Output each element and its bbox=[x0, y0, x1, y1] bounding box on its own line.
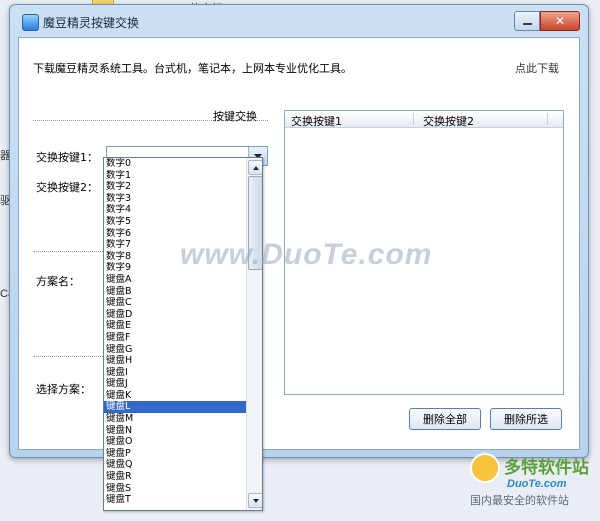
key-swap-window: 魔豆精灵按键交换 ✕ 下载魔豆精灵系统工具。台式机，笔记本，上网本专业优化工具。… bbox=[9, 4, 589, 458]
watermark-tagline: 国内最安全的软件站 bbox=[470, 494, 569, 507]
promo-text: 下载魔豆精灵系统工具。台式机，笔记本，上网本专业优化工具。 bbox=[33, 62, 352, 75]
download-link[interactable]: 点此下载 bbox=[515, 60, 559, 76]
dropdown-item[interactable]: 键盘K bbox=[104, 390, 246, 402]
dropdown-item[interactable]: 键盘N bbox=[104, 425, 246, 437]
dropdown-item[interactable]: 键盘A bbox=[104, 274, 246, 286]
close-button[interactable]: ✕ bbox=[540, 11, 580, 31]
dropdown-item[interactable]: 键盘S bbox=[104, 483, 246, 495]
minimize-icon bbox=[522, 23, 532, 25]
chevron-down-icon bbox=[252, 498, 259, 503]
chevron-up-icon bbox=[252, 165, 259, 170]
column-separator[interactable] bbox=[413, 113, 414, 125]
watermark-logo-icon bbox=[470, 453, 500, 483]
dropdown-item[interactable]: 数字3 bbox=[104, 193, 246, 205]
dropdown-item[interactable]: 键盘D bbox=[104, 309, 246, 321]
dropdown-item[interactable]: 键盘I bbox=[104, 367, 246, 379]
minimize-button[interactable] bbox=[514, 11, 540, 31]
dropdown-item[interactable]: 键盘C bbox=[104, 297, 246, 309]
watermark-logo-en: DuoTe.com bbox=[507, 478, 567, 490]
dropdown-item[interactable]: 键盘P bbox=[104, 448, 246, 460]
dropdown-item[interactable]: 数字2 bbox=[104, 181, 246, 193]
scroll-up-button[interactable] bbox=[248, 160, 262, 175]
scroll-down-button[interactable] bbox=[248, 493, 262, 508]
dropdown-item[interactable]: 键盘M bbox=[104, 413, 246, 425]
divider bbox=[33, 356, 113, 357]
list-header: 交换按键1 交换按键2 bbox=[285, 111, 563, 128]
column-header-key2[interactable]: 交换按键2 bbox=[423, 113, 474, 129]
window-title: 魔豆精灵按键交换 bbox=[43, 16, 140, 30]
dropdown-item[interactable]: 数字5 bbox=[104, 216, 246, 228]
dropdown-items: 数字0 数字1 数字2 数字3 数字4 数字5 数字6 数字7 数字8 数字9 键盘A 键盘B 键盘C 键… bbox=[104, 158, 246, 506]
dropdown-item[interactable]: 键盘B bbox=[104, 286, 246, 298]
dropdown-item[interactable]: 数字0 bbox=[104, 158, 246, 170]
app-icon bbox=[22, 14, 39, 31]
dropdown-item[interactable]: 键盘T bbox=[104, 494, 246, 506]
dropdown-item[interactable]: 键盘O bbox=[104, 436, 246, 448]
delete-all-button[interactable]: 删除全部 bbox=[409, 408, 481, 430]
scheme-name-label: 方案名： bbox=[36, 275, 80, 288]
section-title: 按键交换 bbox=[213, 110, 257, 123]
close-icon: ✕ bbox=[554, 14, 566, 28]
dropdown-item[interactable]: 键盘G bbox=[104, 344, 246, 356]
dropdown-item[interactable]: 键盘F bbox=[104, 332, 246, 344]
dropdown-item[interactable]: 键盘E bbox=[104, 320, 246, 332]
choose-scheme-label: 选择方案： bbox=[36, 383, 91, 396]
key1-dropdown-list[interactable]: 数字0 数字1 数字2 数字3 数字4 数字5 数字6 数字7 数字8 数字9 键盘A 键盘B 键盘C 键… bbox=[103, 157, 263, 511]
dropdown-item[interactable]: 键盘H bbox=[104, 355, 246, 367]
dropdown-item[interactable]: 键盘L bbox=[104, 401, 246, 414]
divider bbox=[33, 251, 113, 252]
delete-selected-button[interactable]: 删除所选 bbox=[490, 408, 562, 430]
dropdown-item[interactable]: 键盘J bbox=[104, 378, 246, 390]
watermark-text: www.DuoTe.com bbox=[180, 238, 433, 271]
dropdown-item[interactable]: 数字1 bbox=[104, 170, 246, 182]
watermark-logo-cn: 多特软件站 bbox=[504, 458, 589, 478]
key1-label: 交换按键1： bbox=[36, 151, 98, 164]
dropdown-item[interactable]: 键盘Q bbox=[104, 459, 246, 471]
dropdown-item[interactable]: 数字4 bbox=[104, 204, 246, 216]
column-header-key1[interactable]: 交换按键1 bbox=[291, 113, 342, 129]
dropdown-scrollbar[interactable] bbox=[246, 158, 262, 510]
title-bar[interactable]: 魔豆精灵按键交换 ✕ bbox=[10, 5, 588, 35]
key2-label: 交换按键2： bbox=[36, 181, 98, 194]
dropdown-item[interactable]: 键盘R bbox=[104, 471, 246, 483]
column-separator[interactable] bbox=[547, 113, 548, 125]
